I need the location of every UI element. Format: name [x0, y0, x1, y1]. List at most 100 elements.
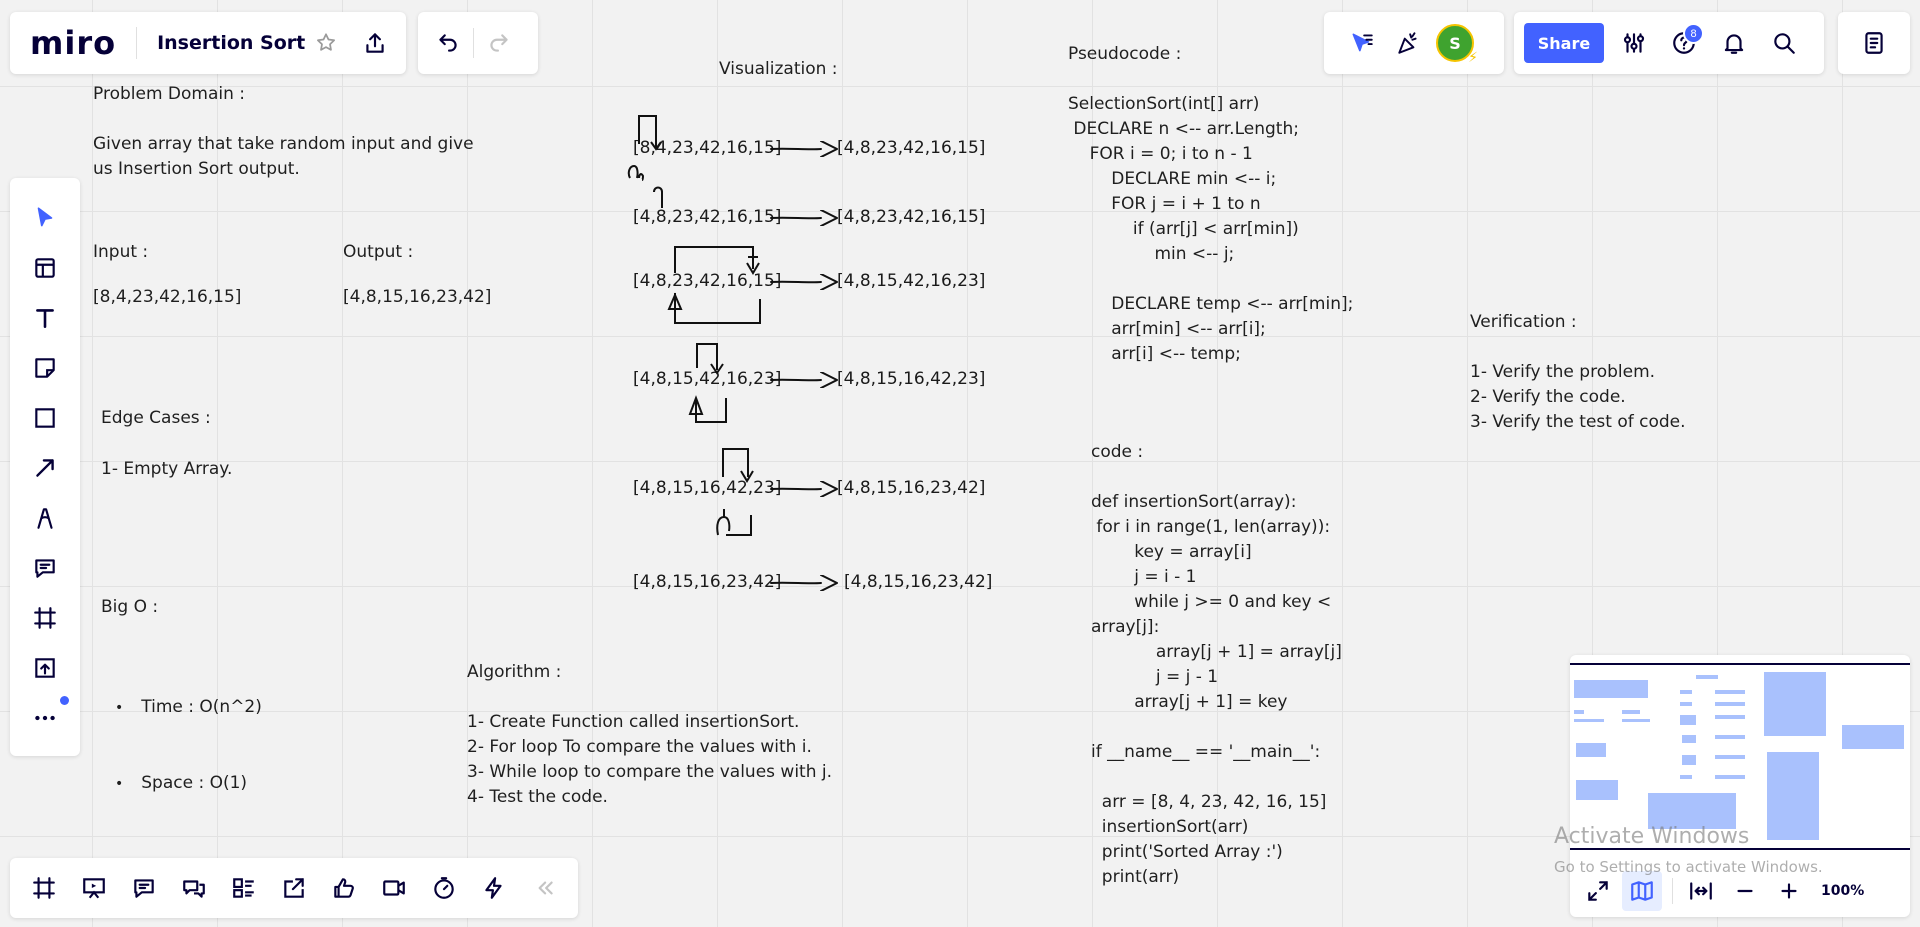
code-line: array[j]:: [1091, 617, 1160, 637]
big-o-list[interactable]: Time : O(n^2) Space : O(1): [119, 645, 262, 822]
frames-icon[interactable]: [24, 868, 64, 908]
presentation-icon[interactable]: [74, 868, 114, 908]
board-title[interactable]: Insertion Sort: [157, 32, 305, 54]
star-icon[interactable]: [311, 23, 341, 63]
viz-row-after[interactable]: [4,8,15,42,16,23]: [837, 271, 985, 291]
pseudocode-block[interactable]: SelectionSort(int[] arr) DECLARE n <-- a…: [1068, 92, 1353, 367]
zoom-level[interactable]: 100%: [1821, 883, 1864, 899]
frame-tool-icon[interactable]: [25, 598, 65, 638]
input-value[interactable]: [8,4,23,42,16,15]: [93, 285, 241, 310]
celebrate-icon[interactable]: [1388, 23, 1428, 63]
viz-row-after[interactable]: [4,8,15,16,23,42]: [837, 478, 985, 498]
swap-sketch[interactable]: [682, 342, 762, 427]
timer-icon[interactable]: [424, 868, 464, 908]
cards-icon[interactable]: [224, 868, 264, 908]
help-badge: 8: [1683, 23, 1704, 44]
verification-list[interactable]: 1- Verify the problem. 2- Verify the cod…: [1470, 360, 1686, 435]
reactions-thumbs-up-icon[interactable]: [324, 868, 364, 908]
viz-transition-arrow[interactable]: [770, 372, 838, 388]
notes-list-icon[interactable]: [1854, 23, 1894, 63]
output-title[interactable]: Output :: [343, 240, 413, 265]
lightning-apps-icon[interactable]: [474, 868, 514, 908]
comment-icon[interactable]: [25, 548, 65, 588]
select-cursor-icon[interactable]: [25, 198, 65, 238]
miro-logo[interactable]: miro: [30, 24, 116, 62]
code-line: insertionSort(arr): [1091, 817, 1249, 837]
problem-domain-title[interactable]: Problem Domain :: [93, 82, 245, 107]
code-line: j = j - 1: [1091, 667, 1219, 687]
zoom-in-icon[interactable]: [1769, 871, 1809, 911]
big-o-space: Space : O(1): [119, 771, 262, 797]
shape-tool-icon[interactable]: [25, 398, 65, 438]
viz-row-before[interactable]: [4,8,15,16,23,42]: [633, 572, 781, 592]
edge-cases-item[interactable]: 1- Empty Array.: [101, 457, 232, 482]
tools-panel: Share 8: [1514, 12, 1824, 74]
viz-row-after[interactable]: [4,8,23,42,16,15]: [837, 138, 985, 158]
fit-to-screen-icon[interactable]: [1681, 871, 1721, 911]
map-toggle-icon[interactable]: [1622, 871, 1662, 911]
input-title[interactable]: Input :: [93, 240, 148, 265]
big-o-title[interactable]: Big O :: [101, 595, 158, 620]
viz-transition-arrow[interactable]: [770, 141, 838, 157]
viz-transition-arrow[interactable]: [770, 575, 838, 591]
swap-sketch[interactable]: [625, 112, 695, 182]
pseudocode-line: min <-- j;: [1068, 244, 1235, 264]
share-screen-icon[interactable]: [274, 868, 314, 908]
share-button[interactable]: Share: [1524, 23, 1604, 63]
user-avatar[interactable]: S ⚡: [1436, 24, 1478, 65]
templates-icon[interactable]: [25, 248, 65, 288]
connection-line-icon[interactable]: [25, 448, 65, 488]
pen-tool-icon[interactable]: [25, 498, 65, 538]
algorithm-step: 4- Test the code.: [467, 787, 608, 807]
swap-sketch[interactable]: [665, 243, 765, 328]
left-toolbar: [10, 178, 80, 756]
verification-item: 3- Verify the test of code.: [1470, 412, 1686, 432]
upload-tool-icon[interactable]: [25, 648, 65, 688]
minimap[interactable]: 100%: [1570, 655, 1910, 917]
code-line: arr = [8, 4, 23, 42, 16, 15]: [1091, 792, 1327, 812]
viz-row-after[interactable]: [4,8,15,16,23,42]: [844, 572, 992, 592]
sticky-note-icon[interactable]: [25, 348, 65, 388]
pseudocode-title[interactable]: Pseudocode :: [1068, 42, 1181, 67]
algorithm-step: 3- While loop to compare the values with…: [467, 762, 833, 782]
more-tools-icon[interactable]: [25, 696, 69, 738]
edge-cases-title[interactable]: Edge Cases :: [101, 406, 211, 431]
visualization-title[interactable]: Visualization :: [719, 57, 838, 82]
code-title[interactable]: code :: [1091, 440, 1143, 465]
search-icon[interactable]: [1764, 23, 1804, 63]
viz-row-after[interactable]: [4,8,15,16,42,23]: [837, 369, 985, 389]
fullscreen-icon[interactable]: [1578, 871, 1618, 911]
comments-icon[interactable]: [124, 868, 164, 908]
undo-icon[interactable]: [428, 23, 468, 63]
help-icon[interactable]: 8: [1664, 23, 1704, 63]
code-block[interactable]: def insertionSort(array): for i in range…: [1091, 490, 1342, 890]
algorithm-steps[interactable]: 1- Create Function called insertionSort.…: [467, 710, 832, 810]
settings-sliders-icon[interactable]: [1614, 23, 1654, 63]
chat-icon[interactable]: [174, 868, 214, 908]
problem-domain-body-line-2[interactable]: us Insertion Sort output.: [93, 157, 300, 182]
output-value[interactable]: [4,8,15,16,23,42]: [343, 285, 491, 310]
pseudocode-line: arr[min] <-- arr[i];: [1068, 319, 1266, 339]
verification-title[interactable]: Verification :: [1470, 310, 1577, 335]
viz-transition-arrow[interactable]: [770, 210, 838, 226]
video-call-icon[interactable]: [374, 868, 414, 908]
viz-transition-arrow[interactable]: [770, 274, 838, 290]
swap-sketch[interactable]: [650, 186, 670, 216]
notes-panel: [1838, 12, 1910, 74]
redo-icon[interactable]: [479, 23, 519, 63]
cursor-follow-icon[interactable]: [1342, 23, 1382, 63]
zoom-out-icon[interactable]: [1725, 871, 1765, 911]
collapse-toolbar-icon[interactable]: [524, 868, 564, 908]
code-line: print(arr): [1091, 867, 1180, 887]
notifications-bell-icon[interactable]: [1714, 23, 1754, 63]
text-tool-icon[interactable]: [25, 298, 65, 338]
code-line: print('Sorted Array :'): [1091, 842, 1283, 862]
problem-domain-body-line-1[interactable]: Given array that take random input and g…: [93, 132, 474, 157]
upload-icon[interactable]: [355, 23, 395, 63]
swap-sketch[interactable]: [710, 447, 790, 547]
pseudocode-line: arr[i] <-- temp;: [1068, 344, 1241, 364]
verification-item: 1- Verify the problem.: [1470, 362, 1656, 382]
viz-row-after[interactable]: [4,8,23,42,16,15]: [837, 207, 985, 227]
algorithm-title[interactable]: Algorithm :: [467, 660, 561, 685]
